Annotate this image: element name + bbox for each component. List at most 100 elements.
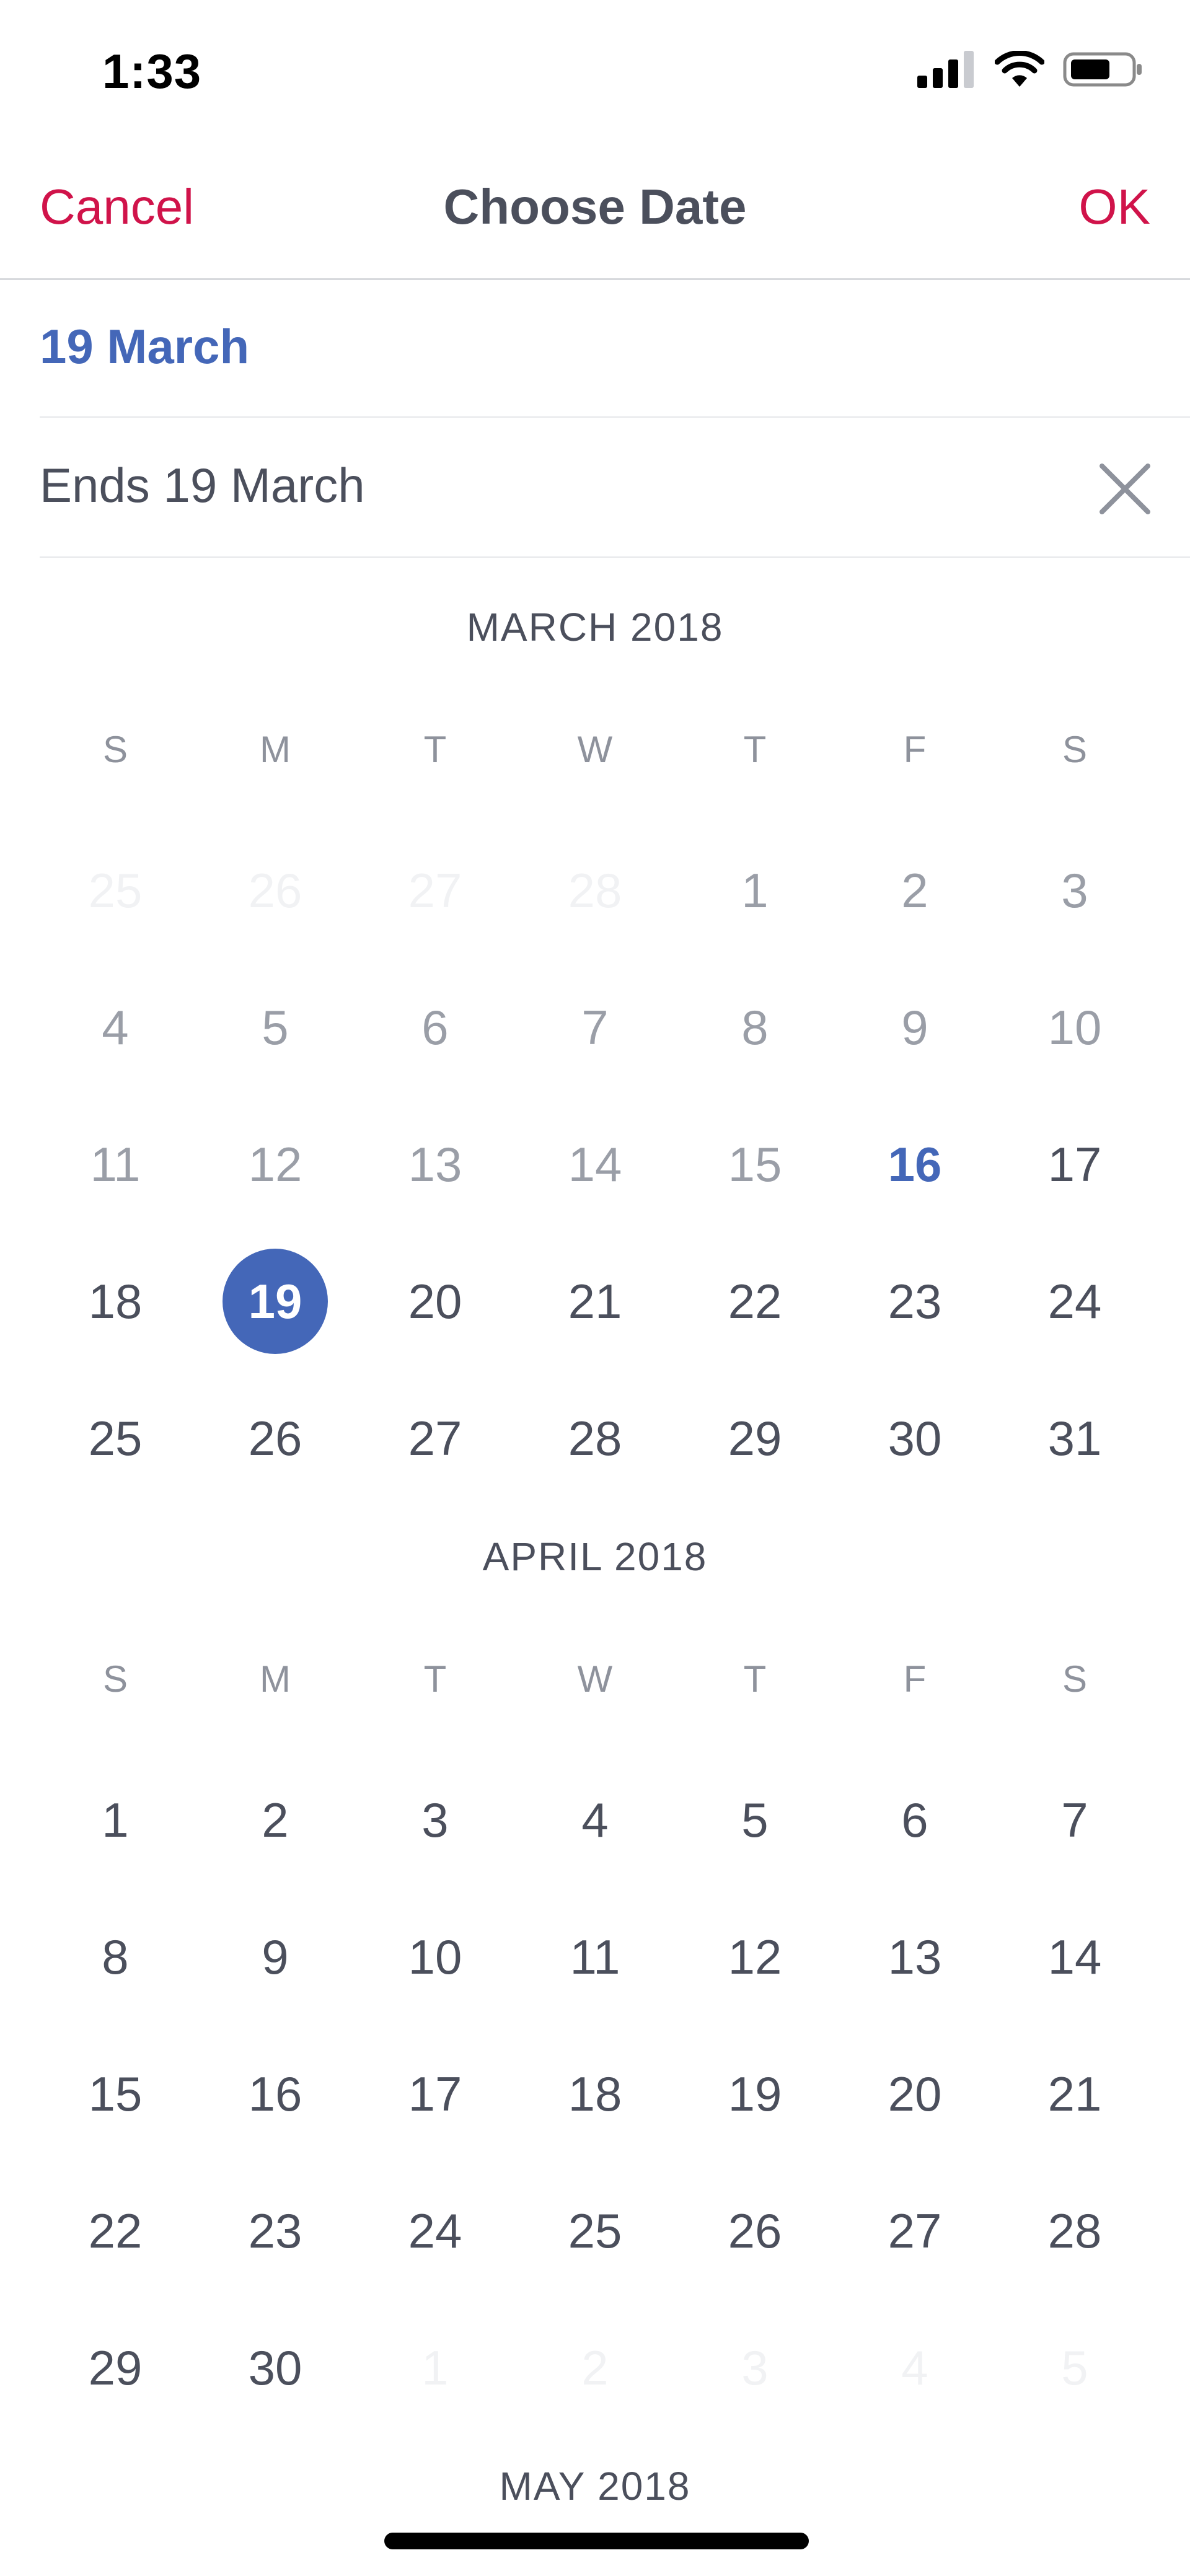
weekday-label: F — [903, 1658, 927, 1700]
calendar-day[interactable]: 21 — [542, 1249, 648, 1354]
calendar-day[interactable]: 27 — [382, 1386, 488, 1491]
calendar-day[interactable]: 22 — [702, 1249, 808, 1354]
weekday-label: S — [1062, 1658, 1088, 1700]
calendar-day: 3 — [741, 2340, 769, 2395]
calendar-day[interactable]: 15 — [63, 2041, 168, 2147]
calendar-day[interactable]: 12 — [702, 1904, 808, 2010]
calendar-day[interactable]: 18 — [63, 1249, 168, 1354]
calendar-day[interactable]: 30 — [862, 1386, 967, 1491]
calendar-day[interactable]: 1 — [63, 1767, 168, 1873]
calendar-day: 3 — [1061, 863, 1088, 918]
weekday-label: W — [577, 1658, 613, 1700]
calendar-day: 8 — [741, 1000, 769, 1055]
calendar-day[interactable]: 8 — [63, 1904, 168, 2010]
calendar-day[interactable]: 28 — [542, 1386, 648, 1491]
status-time: 1:33 — [102, 44, 202, 99]
calendar-day[interactable]: 25 — [63, 1386, 168, 1491]
weekday-label: M — [260, 729, 291, 770]
calendar-day: 26 — [248, 863, 302, 918]
calendar-day[interactable]: 17 — [382, 2041, 488, 2147]
weekday-label: W — [577, 729, 613, 770]
calendar-day[interactable]: 31 — [1022, 1386, 1127, 1491]
calendar-day[interactable]: 17 — [1022, 1112, 1127, 1217]
calendar-day[interactable]: 23 — [862, 1249, 967, 1354]
weekday-label: T — [743, 729, 767, 770]
cancel-button[interactable]: Cancel — [40, 178, 194, 235]
start-date-row[interactable]: 19 March — [40, 280, 1190, 418]
calendar-day[interactable]: 27 — [862, 2178, 967, 2284]
selected-day[interactable]: 19 — [223, 1249, 328, 1354]
weekday-label: S — [102, 1658, 128, 1700]
start-date-label: 19 March — [40, 319, 250, 374]
calendar-day: 1 — [741, 863, 769, 918]
calendar-day[interactable]: 28 — [1022, 2178, 1127, 2284]
month-title: MAY 2018 — [499, 2464, 691, 2508]
calendar-day[interactable]: 9 — [223, 1904, 328, 2010]
calendar-day: 5 — [262, 1000, 289, 1055]
calendar-day: 4 — [901, 2340, 928, 2395]
calendar-day[interactable]: 30 — [223, 2315, 328, 2420]
calendar-day: 28 — [568, 863, 622, 918]
status-icons — [917, 51, 1144, 88]
weekday-label: T — [743, 1658, 767, 1700]
calendar-day[interactable]: 19 — [702, 2041, 808, 2147]
weekday-label: S — [102, 729, 128, 770]
weekday-label: M — [260, 1658, 291, 1700]
calendar-day[interactable]: 11 — [542, 1904, 648, 2010]
calendar-day: 12 — [248, 1136, 302, 1192]
calendar-day: 27 — [408, 863, 462, 918]
nav-header: Choose Date Cancel OK — [0, 143, 1190, 280]
calendar-day: 14 — [568, 1136, 622, 1192]
calendar-day[interactable]: 23 — [223, 2178, 328, 2284]
calendar-day[interactable]: 25 — [542, 2178, 648, 2284]
calendar-day[interactable]: 29 — [702, 1386, 808, 1491]
calendar-day[interactable]: 24 — [1022, 1249, 1127, 1354]
weekday-label: F — [903, 729, 927, 770]
calendar-day[interactable]: 4 — [542, 1767, 648, 1873]
calendar-day[interactable]: 14 — [1022, 1904, 1127, 2010]
calendar-day: 2 — [581, 2340, 609, 2395]
home-indicator[interactable] — [384, 2533, 809, 2549]
calendar-day: 1 — [421, 2340, 449, 2395]
wifi-icon — [995, 51, 1044, 87]
calendar-day[interactable]: 16 — [223, 2041, 328, 2147]
calendar-day[interactable]: 5 — [702, 1767, 808, 1873]
calendar-day: 2 — [901, 863, 928, 918]
calendar-day[interactable]: 20 — [862, 2041, 967, 2147]
month-title: APRIL 2018 — [482, 1534, 708, 1579]
calendar-day[interactable]: 24 — [382, 2178, 488, 2284]
calendar-day[interactable]: 6 — [862, 1767, 967, 1873]
calendar-day[interactable]: 18 — [542, 2041, 648, 2147]
calendar-day: 25 — [88, 863, 143, 918]
weekday-label: S — [1062, 729, 1088, 770]
today-day[interactable]: 16 — [862, 1112, 967, 1217]
calendar-day: 11 — [90, 1136, 141, 1192]
calendar-day[interactable]: 22 — [63, 2178, 168, 2284]
end-date-row[interactable]: Ends 19 March — [40, 418, 1190, 558]
calendar-day[interactable]: 10 — [382, 1904, 488, 2010]
calendar-day[interactable]: 29 — [63, 2315, 168, 2420]
calendar-day: 10 — [1047, 1000, 1102, 1055]
calendar-day[interactable]: 2 — [223, 1767, 328, 1873]
calendar-day: 9 — [901, 1000, 928, 1055]
calendar-day[interactable]: 21 — [1022, 2041, 1127, 2147]
calendar-day[interactable]: 20 — [382, 1249, 488, 1354]
calendar-day: 5 — [1061, 2340, 1088, 2395]
signal-icon — [917, 51, 974, 88]
calendar-day[interactable]: 7 — [1022, 1767, 1127, 1873]
calendar-day[interactable]: 3 — [382, 1767, 488, 1873]
calendar-day: 6 — [421, 1000, 449, 1055]
calendar-day[interactable]: 26 — [702, 2178, 808, 2284]
status-bar: 1:33 — [0, 0, 1190, 143]
ok-button[interactable]: OK — [1078, 178, 1150, 235]
calendar-day[interactable]: 26 — [223, 1386, 328, 1491]
close-icon[interactable] — [1097, 461, 1153, 517]
calendar-day[interactable]: 13 — [862, 1904, 967, 2010]
calendar-day: 7 — [581, 1000, 609, 1055]
calendar-day: 13 — [408, 1136, 462, 1192]
battery-icon — [1063, 52, 1142, 87]
weekday-label: T — [423, 1658, 447, 1700]
month-title: MARCH 2018 — [466, 605, 724, 649]
end-date-label: Ends 19 March — [40, 458, 365, 512]
calendar-day: 4 — [102, 1000, 129, 1055]
